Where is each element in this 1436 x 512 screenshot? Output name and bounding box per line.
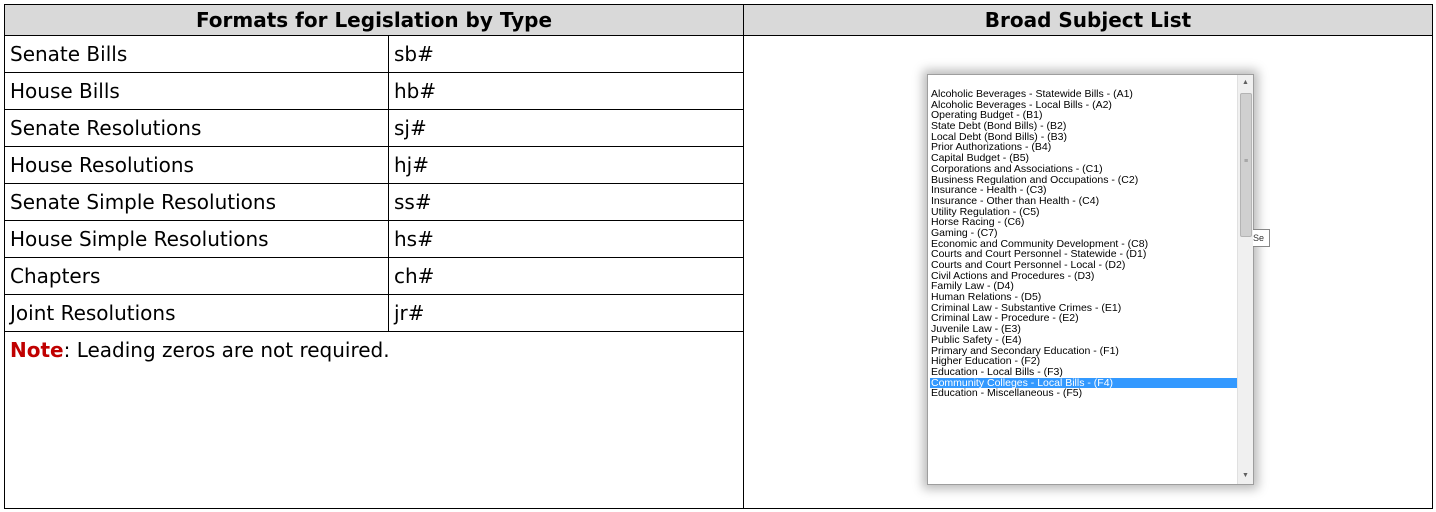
format-type: Senate Bills: [5, 36, 389, 73]
subject-option[interactable]: Alcoholic Beverages - Local Bills - (A2): [930, 100, 1238, 111]
format-type: Senate Resolutions: [5, 109, 389, 147]
subject-option[interactable]: Corporations and Associations - (C1): [930, 164, 1238, 175]
format-type: Senate Simple Resolutions: [5, 183, 389, 221]
subject-list-header: Broad Subject List: [743, 4, 1433, 36]
subject-option[interactable]: Courts and Court Personnel - Statewide -…: [930, 249, 1238, 260]
subject-option[interactable]: Capital Budget - (B5): [930, 153, 1238, 164]
format-row: Senate Simple Resolutions ss#: [5, 183, 743, 221]
format-type: House Resolutions: [5, 146, 389, 184]
format-code: ss#: [388, 183, 743, 221]
format-type: House Bills: [5, 72, 389, 110]
subject-option[interactable]: Family Law - (D4): [930, 281, 1238, 292]
subject-option[interactable]: Community Colleges - Local Bills - (F4): [930, 377, 1238, 389]
scrollbar-thumb[interactable]: ≡: [1240, 93, 1252, 237]
format-row: House Resolutions hj#: [5, 146, 743, 184]
listbox-scrollbar[interactable]: ▲ ≡ ▼: [1237, 75, 1253, 484]
subject-option[interactable]: Prior Authorizations - (B4): [930, 142, 1238, 153]
subject-listbox[interactable]: Alcoholic Beverages - Statewide Bills - …: [927, 74, 1254, 485]
format-row: Chapters ch#: [5, 257, 743, 295]
subject-option[interactable]: Criminal Law - Substantive Crimes - (E1): [930, 303, 1238, 314]
formats-cell: Senate Bills sb# House Bills hb# Senate Reso…: [4, 35, 744, 509]
subject-option[interactable]: Human Relations - (D5): [930, 292, 1238, 303]
subject-option[interactable]: Insurance - Health - (C3): [930, 185, 1238, 196]
note: Note: Leading zeros are not required.: [5, 332, 743, 362]
formats-table: Senate Bills sb# House Bills hb# Senate Reso…: [5, 36, 743, 332]
subject-option[interactable]: Criminal Law - Procedure - (E2): [930, 313, 1238, 324]
subject-option[interactable]: Local Debt (Bond Bills) - (B3): [930, 132, 1238, 143]
note-text: : Leading zeros are not required.: [63, 338, 390, 362]
subject-option[interactable]: Business Regulation and Occupations - (C…: [930, 175, 1238, 186]
scroll-up-arrow-icon[interactable]: ▲: [1238, 75, 1253, 91]
subject-option[interactable]: Courts and Court Personnel - Local - (D2…: [930, 260, 1238, 271]
format-row: Senate Bills sb#: [5, 36, 743, 73]
subject-option[interactable]: Alcoholic Beverages - Statewide Bills - …: [930, 89, 1238, 100]
subject-option[interactable]: Education - Miscellaneous - (F5): [930, 388, 1238, 399]
format-row: Senate Resolutions sj#: [5, 109, 743, 147]
subject-option[interactable]: Horse Racing - (C6): [930, 217, 1238, 228]
subject-option[interactable]: Utility Regulation - (C5): [930, 207, 1238, 218]
format-row: House Bills hb#: [5, 72, 743, 110]
subject-listbox-items: Alcoholic Beverages - Statewide Bills - …: [930, 89, 1238, 399]
subject-option[interactable]: Public Safety - (E4): [930, 335, 1238, 346]
format-code: hs#: [388, 220, 743, 258]
note-label: Note: [10, 338, 64, 362]
format-row: House Simple Resolutions hs#: [5, 220, 743, 258]
subject-option[interactable]: State Debt (Bond Bills) - (B2): [930, 121, 1238, 132]
format-code: sj#: [388, 109, 743, 147]
formats-header: Formats for Legislation by Type: [4, 4, 744, 36]
subject-option[interactable]: Juvenile Law - (E3): [930, 324, 1238, 335]
tooltip-fragment: Se: [1253, 229, 1270, 247]
scroll-down-arrow-icon[interactable]: ▼: [1238, 468, 1253, 484]
format-row: Joint Resolutions jr#: [5, 294, 743, 332]
format-code: hb#: [388, 72, 743, 110]
format-code: hj#: [388, 146, 743, 184]
main-table: Formats for Legislation by Type Broad Su…: [4, 4, 1433, 509]
subject-option[interactable]: Economic and Community Development - (C8…: [930, 239, 1238, 250]
format-type: Joint Resolutions: [5, 294, 389, 332]
subject-option[interactable]: Civil Actions and Procedures - (D3): [930, 271, 1238, 282]
subject-list-cell: Alcoholic Beverages - Statewide Bills - …: [743, 35, 1433, 509]
format-type: Chapters: [5, 257, 389, 295]
format-type: House Simple Resolutions: [5, 220, 389, 258]
subject-option[interactable]: Insurance - Other than Health - (C4): [930, 196, 1238, 207]
subject-option[interactable]: Education - Local Bills - (F3): [930, 367, 1238, 378]
format-code: ch#: [388, 257, 743, 295]
subject-option[interactable]: Primary and Secondary Education - (F1): [930, 346, 1238, 357]
subject-option[interactable]: Operating Budget - (B1): [930, 110, 1238, 121]
format-code: sb#: [388, 36, 743, 73]
subject-option[interactable]: Higher Education - (F2): [930, 356, 1238, 367]
format-code: jr#: [388, 294, 743, 332]
subject-option[interactable]: Gaming - (C7): [930, 228, 1238, 239]
grip-icon: ≡: [1243, 158, 1249, 165]
